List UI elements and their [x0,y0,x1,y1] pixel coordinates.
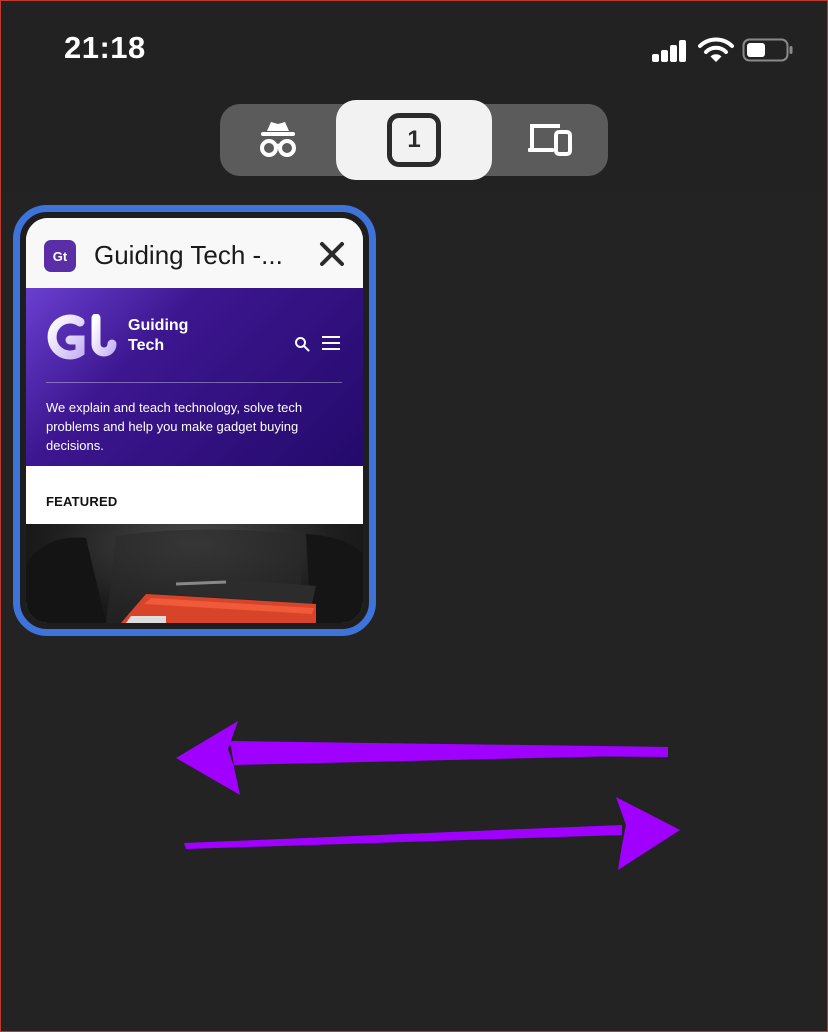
close-icon[interactable] [318,240,346,268]
regular-tabs-button[interactable]: 1 [336,100,492,180]
incognito-icon [260,122,296,157]
devices-icon [528,124,572,156]
tab-card[interactable]: Gt Guiding Tech -... Guiding Tech We exp… [13,205,376,636]
recent-devices-button[interactable] [492,104,608,176]
tab-card-header: Gt Guiding Tech -... [26,218,363,288]
featured-image [26,524,363,623]
typewriter-image [26,529,363,623]
guiding-tech-logo-icon [47,314,117,360]
tab-switcher-segmented-control: 1 [220,100,608,180]
brand-name: Guiding Tech [128,316,188,356]
site-tagline: We explain and teach technology, solve t… [46,400,303,453]
search-icon [295,337,310,352]
status-time: 21:18 [64,30,146,65]
status-bar: 21:18 [0,0,828,100]
page-preview: Guiding Tech We explain and teach techno… [26,288,363,623]
battery-icon [742,38,793,62]
arrow-left-icon [176,721,668,795]
cellular-signal-icon [652,40,688,62]
arrow-right-icon [184,797,680,870]
hero-divider [46,382,342,383]
tab-count-badge: 1 [387,113,441,167]
site-header-preview: Guiding Tech We explain and teach techno… [26,288,363,466]
tab-title: Guiding Tech -... [94,240,283,270]
brand-line-1: Guiding [128,317,189,334]
brand-line-2: Tech [128,337,165,354]
wifi-icon [698,37,734,62]
featured-section: FEATURED [26,466,363,524]
incognito-tabs-button[interactable] [220,104,336,176]
site-favicon: Gt [44,240,76,272]
swipe-annotation [176,721,680,870]
tab-card-content: Gt Guiding Tech -... Guiding Tech We exp… [26,218,363,623]
featured-label: FEATURED [46,494,118,509]
hamburger-menu-icon [322,336,340,350]
